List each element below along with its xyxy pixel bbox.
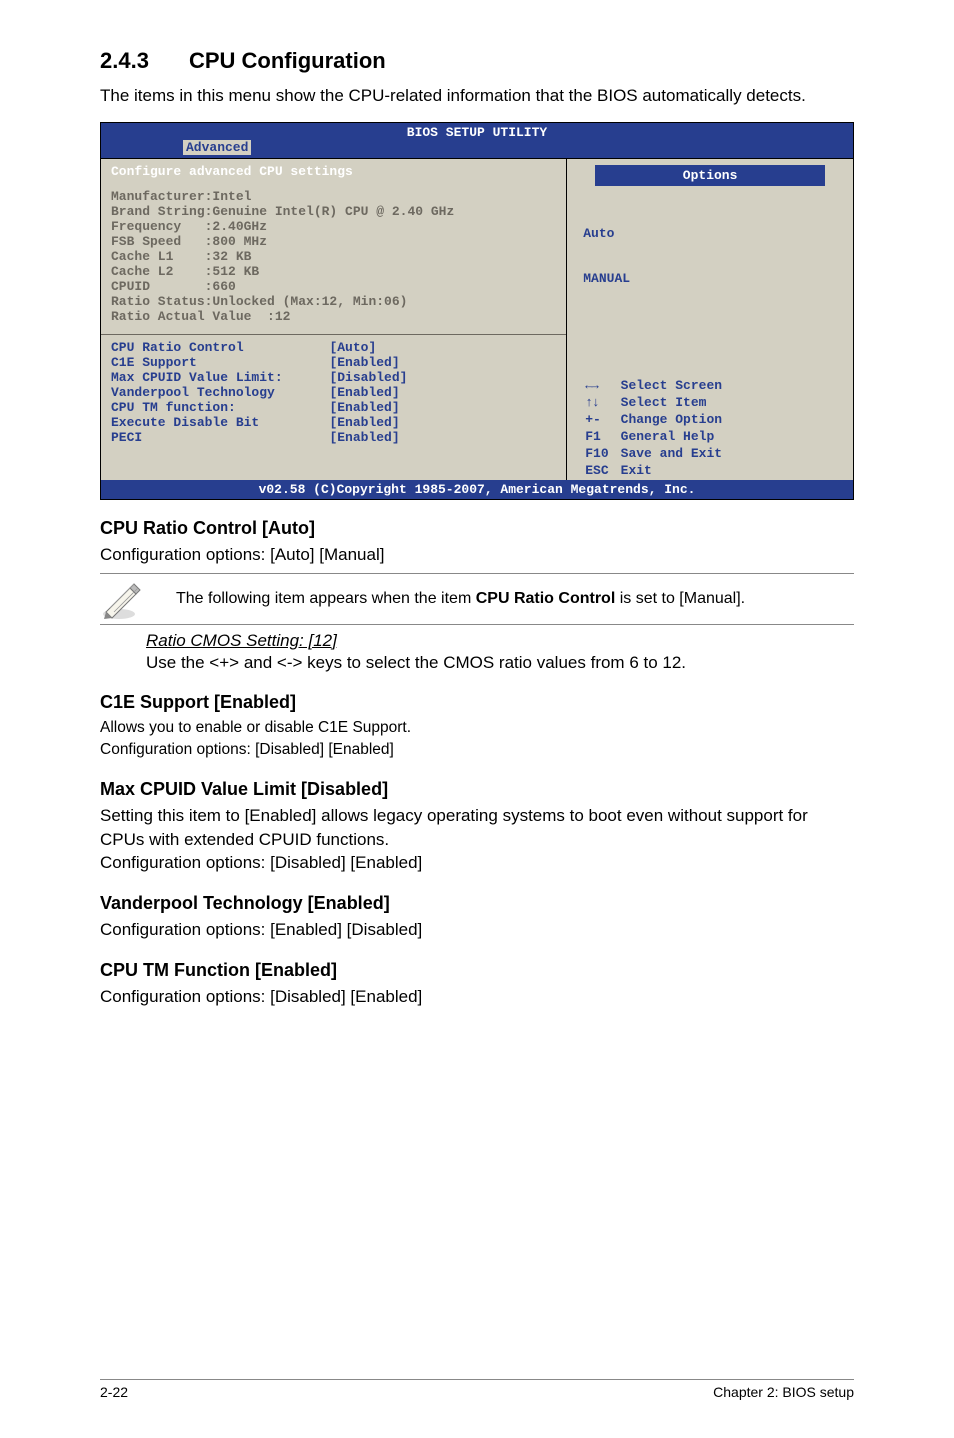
subsection-maxcpuid-body: Setting this item to [Enabled] allows le…	[100, 804, 854, 875]
bios-copyright: v02.58 (C)Copyright 1985-2007, American …	[101, 480, 853, 499]
setting-row[interactable]: C1E Support [Enabled]	[111, 355, 556, 370]
nav-label: Change Option	[621, 412, 732, 427]
nav-label: Exit	[621, 463, 732, 478]
subsection-vanderpool-title: Vanderpool Technology [Enabled]	[100, 893, 854, 914]
setting-label: CPU Ratio Control	[111, 340, 244, 355]
subsection-cputm-body: Configuration options: [Disabled] [Enabl…	[100, 985, 854, 1009]
setting-value: [Enabled]	[329, 400, 399, 415]
info-line: Ratio Status:Unlocked (Max:12, Min:06)	[111, 294, 556, 309]
nav-label: Select Item	[621, 395, 732, 410]
page-number: 2-22	[100, 1384, 128, 1400]
section-number: 2.4.3	[100, 48, 149, 74]
chapter-label: Chapter 2: BIOS setup	[713, 1384, 854, 1400]
subsection-cpu-ratio-body: Configuration options: [Auto] [Manual]	[100, 543, 854, 567]
setting-value: [Auto]	[329, 340, 376, 355]
bios-screenshot: BIOS SETUP UTILITY Advanced Configure ad…	[100, 122, 854, 500]
bios-left-heading: Configure advanced CPU settings	[101, 159, 566, 184]
section-title: CPU Configuration	[189, 48, 386, 73]
nav-key: +-	[585, 412, 618, 427]
subsection-cputm-title: CPU TM Function [Enabled]	[100, 960, 854, 981]
bios-tab-row: Advanced	[101, 140, 853, 158]
setting-label: Execute Disable Bit	[111, 415, 259, 430]
bios-options-heading: Options	[595, 165, 825, 186]
bios-right-pane: Options Auto MANUAL ←→Select Screen ↑↓Se…	[567, 159, 853, 480]
setting-row[interactable]: PECI [Enabled]	[111, 430, 556, 445]
info-line: Cache L1 :32 KB	[111, 249, 556, 264]
subsection-vanderpool-body: Configuration options: [Enabled] [Disabl…	[100, 918, 854, 942]
section-heading: 2.4.3 CPU Configuration	[100, 48, 854, 74]
setting-label: Vanderpool Technology	[111, 385, 275, 400]
page-footer: 2-22 Chapter 2: BIOS setup	[100, 1379, 854, 1400]
note-text: The following item appears when the item…	[146, 588, 745, 610]
pencil-note-icon	[100, 578, 146, 620]
bios-left-pane: Configure advanced CPU settings Manufact…	[101, 159, 567, 480]
nav-key: ESC	[585, 463, 618, 478]
intro-text: The items in this menu show the CPU-rela…	[100, 84, 854, 108]
note-suffix: is set to [Manual].	[615, 590, 745, 607]
setting-label: CPU TM function:	[111, 400, 236, 415]
setting-row[interactable]: CPU TM function: [Enabled]	[111, 400, 556, 415]
setting-row[interactable]: Execute Disable Bit [Enabled]	[111, 415, 556, 430]
bios-nav-help: ←→Select Screen ↑↓Select Item +-Change O…	[577, 320, 843, 480]
setting-row[interactable]: CPU Ratio Control [Auto]	[111, 340, 556, 355]
info-line: CPUID :660	[111, 279, 556, 294]
nav-key: ←→	[585, 378, 618, 393]
subsection-cpu-ratio-title: CPU Ratio Control [Auto]	[100, 518, 854, 539]
nav-key: F1	[585, 429, 618, 444]
setting-label: Max CPUID Value Limit:	[111, 370, 283, 385]
info-line: Cache L2 :512 KB	[111, 264, 556, 279]
setting-value: [Enabled]	[329, 385, 399, 400]
nav-label: Select Screen	[621, 378, 732, 393]
subsection-c1e-title: C1E Support [Enabled]	[100, 692, 854, 713]
option-item[interactable]: Auto	[583, 226, 837, 241]
info-line: Brand String:Genuine Intel(R) CPU @ 2.40…	[111, 204, 556, 219]
setting-label: PECI	[111, 430, 142, 445]
setting-row[interactable]: Max CPUID Value Limit: [Disabled]	[111, 370, 556, 385]
bios-tab-advanced[interactable]: Advanced	[183, 140, 251, 155]
setting-value: [Enabled]	[329, 430, 399, 445]
note-block: The following item appears when the item…	[100, 573, 854, 625]
setting-label: C1E Support	[111, 355, 197, 370]
info-line: Manufacturer:Intel	[111, 189, 556, 204]
bios-options-list: Auto MANUAL	[577, 192, 843, 320]
nav-key: F10	[585, 446, 618, 461]
bios-title: BIOS SETUP UTILITY	[101, 123, 853, 140]
note-prefix: The following item appears when the item	[176, 590, 476, 607]
note-bold: CPU Ratio Control	[476, 590, 616, 607]
ratio-cmos-title: Ratio CMOS Setting: [12]	[146, 631, 854, 651]
info-line: Frequency :2.40GHz	[111, 219, 556, 234]
info-line: FSB Speed :800 MHz	[111, 234, 556, 249]
subsection-maxcpuid-title: Max CPUID Value Limit [Disabled]	[100, 779, 854, 800]
info-line: Ratio Actual Value :12	[111, 309, 556, 324]
setting-value: [Disabled]	[329, 370, 407, 385]
nav-label: Save and Exit	[621, 446, 732, 461]
subsection-c1e-body: Allows you to enable or disable C1E Supp…	[100, 717, 854, 760]
nav-key: ↑↓	[585, 395, 618, 410]
setting-value: [Enabled]	[329, 415, 399, 430]
option-item[interactable]: MANUAL	[583, 271, 837, 286]
setting-value: [Enabled]	[329, 355, 399, 370]
bios-cpu-info: Manufacturer:Intel Brand String:Genuine …	[101, 184, 566, 335]
bios-settings-list: CPU Ratio Control [Auto] C1E Support [En…	[101, 335, 566, 465]
bios-body: Configure advanced CPU settings Manufact…	[101, 158, 853, 480]
setting-row[interactable]: Vanderpool Technology [Enabled]	[111, 385, 556, 400]
nav-label: General Help	[621, 429, 732, 444]
ratio-cmos-body: Use the <+> and <-> keys to select the C…	[146, 651, 854, 675]
